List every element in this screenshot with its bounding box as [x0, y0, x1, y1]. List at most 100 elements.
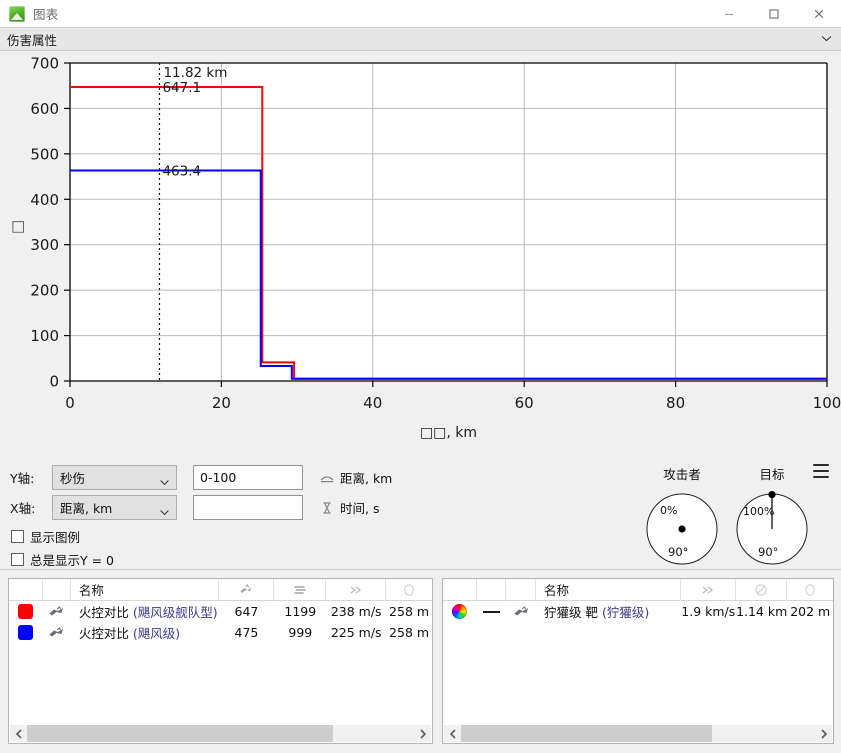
signature-icon: [401, 582, 417, 598]
y-axis-select[interactable]: 秒伤: [52, 465, 177, 490]
scroll-right-icon[interactable]: [815, 725, 832, 742]
row-speed: 225 m/s: [330, 625, 382, 640]
header-name[interactable]: 名称: [536, 579, 681, 601]
target-table[interactable]: 名称 狞獾级 靶 (狞獾级) 1.9 km/s 1.14 km 202 m: [442, 578, 834, 744]
header-color-wheel[interactable]: [443, 579, 477, 601]
header-name[interactable]: 名称: [71, 579, 219, 601]
target-gauge-angle: 90°: [758, 545, 778, 559]
x-axis-select-value: 距离, km: [60, 501, 113, 516]
scroll-left-icon[interactable]: [10, 725, 27, 742]
row-ship-icon: [506, 601, 536, 622]
close-icon[interactable]: [796, 0, 841, 27]
attacker-gauge-title: 攻击者: [663, 467, 701, 482]
scrollbar-track[interactable]: [461, 725, 815, 742]
x-tick-label: 80: [666, 394, 685, 412]
scroll-left-icon[interactable]: [444, 725, 461, 742]
minimize-icon[interactable]: [706, 0, 751, 27]
header-color-swatch[interactable]: [9, 579, 43, 601]
row-dps: 999: [288, 625, 313, 640]
header-signature[interactable]: [386, 579, 432, 601]
y-axis-select-value: 秒伤: [60, 471, 86, 486]
speed-icon: [700, 582, 716, 598]
row-ship-icon: [43, 601, 71, 622]
row-color-swatch[interactable]: [9, 622, 43, 643]
y-tick-label: 700: [30, 55, 59, 73]
row-line-style[interactable]: [477, 601, 507, 622]
attacker-gauge-dial[interactable]: 0% 90°: [639, 486, 725, 572]
ship-icon: [513, 605, 530, 618]
target-table-scrollbar[interactable]: [444, 725, 832, 742]
checkbox-box[interactable]: [11, 530, 24, 543]
y-tick-label: 0: [49, 373, 59, 391]
line-style-icon: [482, 610, 500, 613]
row-name-main: 火控对比: [78, 626, 129, 641]
scrollbar-thumb[interactable]: [27, 725, 333, 742]
checkbox-box[interactable]: [11, 553, 24, 566]
x-axis-range-input[interactable]: [193, 495, 303, 520]
show-legend-label: 显示图例: [30, 530, 81, 545]
tables-area: 名称 火控对比 (飓风级舰队型) 647 1199 238 m/s 258 m …: [0, 570, 841, 753]
x-tick-label: 60: [515, 394, 534, 412]
y-axis-range-input[interactable]: 0-100: [193, 465, 303, 490]
y-tick-label: 200: [30, 282, 59, 300]
speed-icon: [348, 582, 364, 598]
x-axis-unit-text: 时间, s: [340, 501, 380, 516]
chart-area[interactable]: 0 100 200 300 400 500 600 700 0 20 40 60 80 100 □□, km…: [0, 52, 841, 454]
window-title: 图表: [33, 7, 59, 22]
table-row[interactable]: 火控对比 (飓风级舰队型) 647 1199 238 m/s 258 m: [9, 601, 432, 622]
x-axis-label: X轴:: [10, 501, 36, 516]
row-color-swatch[interactable]: [9, 601, 43, 622]
attacker-gauge[interactable]: 攻击者 0% 90°: [639, 464, 725, 572]
chart-app-icon: [9, 5, 25, 22]
hamburger-menu-icon[interactable]: [813, 464, 829, 478]
color-wheel-icon[interactable]: [452, 604, 468, 619]
row-speed: 238 m/s: [330, 604, 382, 619]
header-ship-icon[interactable]: [43, 579, 71, 601]
color-swatch-blue[interactable]: [18, 625, 34, 640]
scrollbar-track[interactable]: [27, 725, 414, 742]
row-color-wheel[interactable]: [443, 601, 477, 622]
blue-value-label: 463.4: [162, 163, 201, 179]
burst-damage-icon: [238, 582, 254, 598]
scroll-right-icon[interactable]: [414, 725, 431, 742]
ship-icon: [48, 626, 65, 639]
always-show-y-zero-label: 总是显示Y = 0: [30, 553, 115, 568]
y-tick-label: 500: [30, 145, 59, 163]
color-swatch-red[interactable]: [18, 604, 34, 619]
header-speed[interactable]: [681, 579, 737, 601]
header-burst-damage[interactable]: [219, 579, 275, 601]
y-axis-unit: 距离, km: [319, 468, 392, 487]
y-axis-range-value: 0-100: [200, 470, 237, 485]
header-signature[interactable]: [787, 579, 833, 601]
attacker-gauge-angle: 90°: [668, 545, 688, 559]
chart-window: 图表 伤害属性 0 100 200 300 400 500 600 700 0 20 40 60 80 1…: [0, 0, 841, 753]
header-orbit[interactable]: [736, 579, 788, 601]
attackers-table-scrollbar[interactable]: [10, 725, 431, 742]
header-line-style[interactable]: [477, 579, 507, 601]
chart-plot[interactable]: 0 100 200 300 400 500 600 700 0 20 40 60 80 100 □□, km…: [0, 52, 841, 454]
x-axis-select[interactable]: 距离, km: [52, 495, 177, 520]
chart-controls: Y轴: 秒伤 0-100 距离, km X轴: 距离, km 时间, s 显示图…: [0, 456, 841, 570]
row-name-sub: (飓风级舰队型): [132, 605, 218, 620]
show-legend-checkbox[interactable]: 显示图例: [11, 527, 80, 546]
damage-attributes-header[interactable]: 伤害属性: [0, 27, 841, 51]
target-gauge-dial[interactable]: 100% 90°: [729, 486, 815, 572]
cursor-distance-label: 11.82 km: [163, 65, 227, 81]
scrollbar-thumb[interactable]: [461, 725, 713, 742]
header-dps[interactable]: [274, 579, 327, 601]
chevron-down-icon: [160, 473, 169, 485]
target-gauge[interactable]: 目标 100% 90°: [729, 464, 815, 572]
table-row[interactable]: 火控对比 (飓风级) 475 999 225 m/s 258 m: [9, 622, 432, 643]
y-tick-label: 400: [30, 191, 59, 209]
always-show-y-zero-checkbox[interactable]: 总是显示Y = 0: [11, 550, 114, 569]
maximize-icon[interactable]: [751, 0, 796, 27]
x-tick-label: 40: [363, 394, 382, 412]
header-speed[interactable]: [326, 579, 387, 601]
chevron-down-icon[interactable]: [821, 34, 832, 45]
y-tick-label: 600: [30, 100, 59, 118]
header-ship-icon[interactable]: [506, 579, 537, 601]
attackers-table[interactable]: 名称 火控对比 (飓风级舰队型) 647 1199 238 m/s 258 m …: [8, 578, 433, 744]
row-ship-icon: [43, 622, 71, 643]
row-name-main: 火控对比: [78, 605, 129, 620]
table-row[interactable]: 狞獾级 靶 (狞獾级) 1.9 km/s 1.14 km 202 m: [443, 601, 833, 622]
